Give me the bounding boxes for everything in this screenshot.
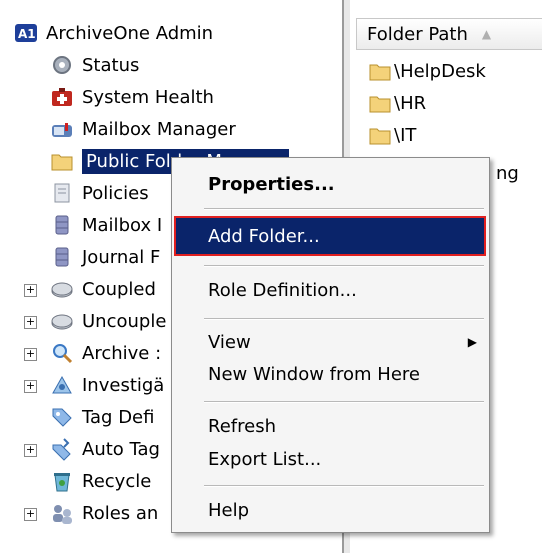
tree-item-label: Tag Defi xyxy=(82,406,155,428)
menu-separator xyxy=(204,208,484,210)
recycle-bin-icon xyxy=(50,469,74,493)
auto-tag-icon xyxy=(50,437,74,461)
tree-item-policies[interactable]: Policies xyxy=(50,178,149,208)
expand-toggle[interactable]: + xyxy=(24,444,37,457)
tree-item-mailbox-manager[interactable]: Mailbox Manager xyxy=(50,114,236,144)
menu-item-role-definition[interactable]: Role Definition... xyxy=(172,272,489,308)
tree-item-coupled[interactable]: Coupled xyxy=(50,274,156,304)
tree-root-label: ArchiveOne Admin xyxy=(46,22,214,44)
investigation-icon xyxy=(50,373,74,397)
list-item-label: \IT xyxy=(394,124,417,146)
tree-item-label: Coupled xyxy=(82,278,156,300)
tree-item-auto-tag[interactable]: Auto Tag xyxy=(50,434,160,464)
submenu-arrow-icon: ▶ xyxy=(467,335,477,349)
tree-item-mailbox-index[interactable]: Mailbox I xyxy=(50,210,162,240)
menu-item-add-folder[interactable]: Add Folder... xyxy=(174,216,486,256)
folder-icon xyxy=(368,123,392,147)
mailbox-icon xyxy=(50,117,74,141)
expand-toggle[interactable]: + xyxy=(24,348,37,361)
expand-toggle[interactable]: + xyxy=(24,380,37,393)
tree-item-label: Archive : xyxy=(82,342,162,364)
menu-item-new-window[interactable]: New Window from Here xyxy=(172,356,489,392)
gear-icon xyxy=(50,53,74,77)
list-item[interactable]: \HR xyxy=(368,88,426,118)
tree-item-label: Roles an xyxy=(82,502,159,524)
disk-icon xyxy=(50,277,74,301)
menu-separator xyxy=(204,318,484,320)
menu-item-export-list[interactable]: Export List... xyxy=(172,441,489,477)
tag-icon xyxy=(50,405,74,429)
expand-toggle[interactable]: + xyxy=(24,316,37,329)
tree-item-label: Mailbox I xyxy=(82,214,163,236)
tree-item-uncoupled[interactable]: Uncouple xyxy=(50,306,166,336)
tree-item-tag-definitions[interactable]: Tag Defi xyxy=(50,402,154,432)
first-aid-kit-icon xyxy=(50,85,74,109)
list-item[interactable]: ng xyxy=(496,158,519,188)
tree-item-journal[interactable]: Journal F xyxy=(50,242,160,272)
policy-document-icon xyxy=(50,181,74,205)
tree-item-label: Uncouple xyxy=(82,310,167,332)
svg-text:A1: A1 xyxy=(18,27,36,41)
folder-icon xyxy=(368,59,392,83)
menu-item-refresh[interactable]: Refresh xyxy=(172,408,489,444)
list-item[interactable]: \HelpDesk xyxy=(368,56,486,86)
menu-item-help[interactable]: Help xyxy=(172,492,489,528)
tree-item-label: Journal F xyxy=(82,246,161,268)
tree-item-label: Mailbox Manager xyxy=(82,118,236,140)
tree-item-label: System Health xyxy=(82,86,214,108)
folder-icon xyxy=(50,149,74,173)
tree-item-label: Policies xyxy=(82,182,149,204)
tree-root-archiveone-admin[interactable]: A1 ArchiveOne Admin xyxy=(14,18,213,48)
menu-separator xyxy=(204,265,484,267)
tree-item-label: Auto Tag xyxy=(82,438,160,460)
roles-icon xyxy=(50,501,74,525)
menu-separator xyxy=(204,485,484,487)
folder-icon xyxy=(368,91,392,115)
menu-item-view[interactable]: View ▶ xyxy=(172,324,489,360)
column-header-folder-path[interactable]: Folder Path ▲ xyxy=(356,18,542,50)
expand-toggle[interactable]: + xyxy=(24,284,37,297)
menu-item-properties[interactable]: Properties... xyxy=(172,166,489,202)
database-icon xyxy=(50,245,74,269)
tree-item-recycle[interactable]: Recycle xyxy=(50,466,151,496)
archiveone-logo-icon: A1 xyxy=(14,21,38,45)
expand-toggle[interactable]: + xyxy=(24,508,37,521)
tree-item-system-health[interactable]: System Health xyxy=(50,82,214,112)
disk-icon xyxy=(50,309,74,333)
tree-item-roles[interactable]: Roles an xyxy=(50,498,158,528)
list-item[interactable]: \IT xyxy=(368,120,416,150)
list-item-label: ng xyxy=(496,162,519,184)
context-menu: Properties... Add Folder... Role Definit… xyxy=(171,157,490,533)
tree-item-label: Recycle xyxy=(82,470,152,492)
menu-item-view-label: View xyxy=(208,331,251,353)
menu-separator xyxy=(204,401,484,403)
list-item-label: \HR xyxy=(394,92,427,114)
sort-ascending-icon: ▲ xyxy=(481,27,492,41)
list-item-label: \HelpDesk xyxy=(394,60,486,82)
tree-item-archive-search[interactable]: Archive : xyxy=(50,338,161,368)
column-header-label: Folder Path xyxy=(367,23,468,45)
magnifier-icon xyxy=(50,341,74,365)
tree-item-status[interactable]: Status xyxy=(50,50,139,80)
database-icon xyxy=(50,213,74,237)
tree-item-label: Investigä xyxy=(82,374,165,396)
tree-item-investigation[interactable]: Investigä xyxy=(50,370,164,400)
tree-item-label: Status xyxy=(82,54,140,76)
